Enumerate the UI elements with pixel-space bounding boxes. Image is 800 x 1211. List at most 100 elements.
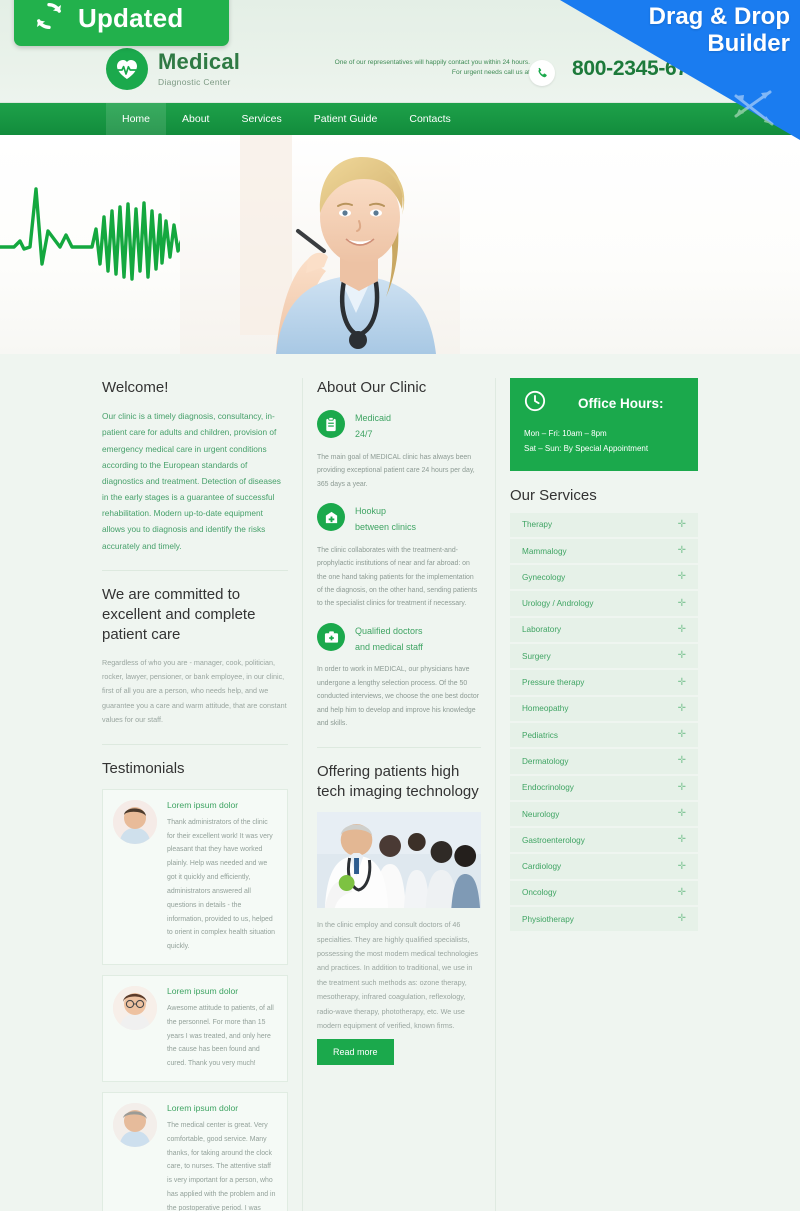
- imaging-text: In the clinic employ and consult doctors…: [317, 920, 479, 1030]
- service-item-pressure-therapy[interactable]: Pressure therapy ✛: [510, 670, 698, 697]
- logo-subtitle: Diagnostic Center: [158, 77, 231, 87]
- testimonial-text: The medical center is great. Very comfor…: [167, 1122, 276, 1211]
- plus-icon[interactable]: ✛: [678, 835, 686, 845]
- divider: [102, 743, 288, 745]
- imaging-title: Offering patients high tech imaging tech…: [317, 762, 479, 800]
- office-hours-box: Office Hours: Mon – Fri: 10am – 8pm Sat …: [510, 378, 698, 471]
- avatar: [113, 985, 157, 1030]
- service-item-pediatrics[interactable]: Pediatrics ✛: [510, 722, 698, 750]
- about-line-2: 24/7: [355, 429, 373, 439]
- service-label: Endocrinology: [522, 783, 574, 793]
- read-more-button[interactable]: Read more: [317, 1039, 394, 1066]
- about-line-1: Hookup: [355, 506, 387, 517]
- clipboard-icon: [317, 410, 345, 439]
- plus-icon[interactable]: ✛: [678, 782, 686, 793]
- service-label: Physiotherapy: [522, 914, 574, 924]
- testimonials-title: Testimonials: [102, 759, 185, 777]
- service-item-therapy[interactable]: Therapy ✛: [510, 512, 698, 539]
- service-label: Surgery: [522, 651, 551, 661]
- service-item-urology-andrology[interactable]: Urology / Andrology ✛: [510, 591, 698, 618]
- main-navigation: Home About Services Patient Guide Contac…: [0, 103, 800, 135]
- plus-icon[interactable]: ✛: [678, 756, 686, 766]
- service-item-physiotherapy[interactable]: Physiotherapy ✛: [510, 907, 698, 934]
- service-label: Oncology: [522, 888, 557, 898]
- nav-label: Contacts: [409, 113, 451, 125]
- plus-icon[interactable]: ✛: [678, 651, 686, 661]
- plus-icon[interactable]: ✛: [678, 546, 686, 556]
- service-item-surgery[interactable]: Surgery ✛: [510, 644, 698, 671]
- service-item-gastroenterology[interactable]: Gastroenterology ✛: [510, 828, 698, 855]
- nav-item-home[interactable]: Home: [106, 103, 167, 135]
- commitment-title: We are committed to excellent and comple…: [102, 585, 256, 644]
- ribbon-line-2: Builder: [707, 29, 790, 57]
- nav-item-about[interactable]: About: [166, 103, 225, 135]
- about-item: Qualified doctors and medical staff: [317, 622, 481, 656]
- refresh-icon: [32, 0, 66, 38]
- about-title: About Our Clinic: [317, 379, 427, 396]
- plus-icon[interactable]: ✛: [678, 572, 686, 582]
- avatar: [113, 799, 157, 844]
- plus-icon[interactable]: ✛: [678, 677, 686, 688]
- service-item-cardiology[interactable]: Cardiology ✛: [510, 854, 698, 881]
- avatar: [113, 1103, 157, 1148]
- welcome-title: Welcome!: [102, 379, 169, 396]
- office-hours-line-2: Sat – Sun: By Special Appointment: [524, 443, 649, 453]
- plus-icon[interactable]: ✛: [678, 730, 686, 740]
- plus-icon[interactable]: ✛: [678, 809, 686, 819]
- service-label: Cardiology: [522, 862, 562, 872]
- service-label: Laboratory: [522, 625, 562, 635]
- service-item-mammalogy[interactable]: Mammalogy ✛: [510, 538, 698, 566]
- about-description: The main goal of MEDICAL clinic has alwa…: [317, 453, 475, 488]
- plus-icon[interactable]: ✛: [678, 624, 686, 635]
- header-phone-number[interactable]: 800-2345-6789: [572, 57, 711, 81]
- plus-icon[interactable]: ✛: [678, 861, 686, 872]
- service-item-gynecology[interactable]: Gynecology ✛: [510, 565, 698, 592]
- service-item-homeopathy[interactable]: Homeopathy ✛: [510, 696, 698, 723]
- service-item-neurology[interactable]: Neurology ✛: [510, 801, 698, 829]
- heart-pulse-icon: [106, 48, 148, 90]
- testimonial-name: Lorem ipsum dolor: [167, 1103, 239, 1114]
- service-item-endocrinology[interactable]: Endocrinology ✛: [510, 775, 698, 802]
- service-item-dermatology[interactable]: Dermatology ✛: [510, 749, 698, 776]
- testimonial-item: Lorem ipsum dolor The medical center is …: [102, 1092, 288, 1211]
- testimonial-name: Lorem ipsum dolor: [167, 799, 239, 810]
- about-line-1: Medicaid: [355, 413, 392, 424]
- service-item-oncology[interactable]: Oncology ✛: [510, 880, 698, 908]
- service-label: Homeopathy: [522, 704, 569, 714]
- right-column: Office Hours: Mon – Fri: 10am – 8pm Sat …: [496, 378, 698, 1211]
- service-label: Neurology: [522, 809, 560, 819]
- service-label: Therapy: [522, 520, 553, 530]
- site-logo[interactable]: Medical Diagnostic Center: [106, 48, 240, 90]
- services-list: Therapy ✛ Mammalogy ✛ Gynecology ✛ Urology …: [510, 512, 698, 934]
- service-label: Dermatology: [522, 756, 569, 766]
- welcome-text: Our clinic is a timely diagnosis, consul…: [102, 411, 281, 551]
- middle-column: About Our Clinic Medicaid 24/7 The main …: [302, 378, 496, 1211]
- nav-item-contacts[interactable]: Contacts: [393, 103, 466, 135]
- clock-icon: [524, 390, 546, 417]
- updated-badge-label: Updated: [78, 2, 184, 33]
- commitment-text: Regardless of who you are - manager, coo…: [102, 657, 287, 725]
- contact-note-line-1: One of our representatives will happily …: [334, 59, 530, 66]
- plus-icon[interactable]: ✛: [678, 519, 686, 530]
- service-label: Pressure therapy: [522, 678, 585, 688]
- testimonial-item: Lorem ipsum dolor Thank administrators o…: [102, 788, 288, 965]
- first-aid-kit-icon: [317, 622, 345, 651]
- plus-icon[interactable]: ✛: [678, 703, 686, 714]
- about-item: Hookup between clinics: [317, 503, 481, 536]
- plus-icon[interactable]: ✛: [678, 598, 686, 609]
- testimonial-item: Lorem ipsum dolor Awesome attitude to pa…: [102, 974, 288, 1083]
- left-column: Welcome! Our clinic is a timely diagnosi…: [102, 378, 302, 1211]
- nav-item-patient-guide[interactable]: Patient Guide: [298, 103, 394, 135]
- service-label: Mammalogy: [522, 546, 567, 556]
- logo-title: Medical: [158, 49, 241, 74]
- plus-icon[interactable]: ✛: [678, 914, 686, 924]
- site-header: Medical Diagnostic Center One of our rep…: [0, 0, 800, 140]
- nav-item-services[interactable]: Services: [225, 103, 297, 135]
- service-label: Pediatrics: [522, 730, 558, 740]
- service-label: Gynecology: [522, 572, 566, 582]
- service-item-laboratory[interactable]: Laboratory ✛: [510, 617, 698, 645]
- nav-label: Services: [241, 113, 282, 125]
- header-contact-note: One of our representatives will happily …: [330, 58, 530, 78]
- nav-label: About: [182, 113, 210, 125]
- plus-icon[interactable]: ✛: [678, 887, 686, 898]
